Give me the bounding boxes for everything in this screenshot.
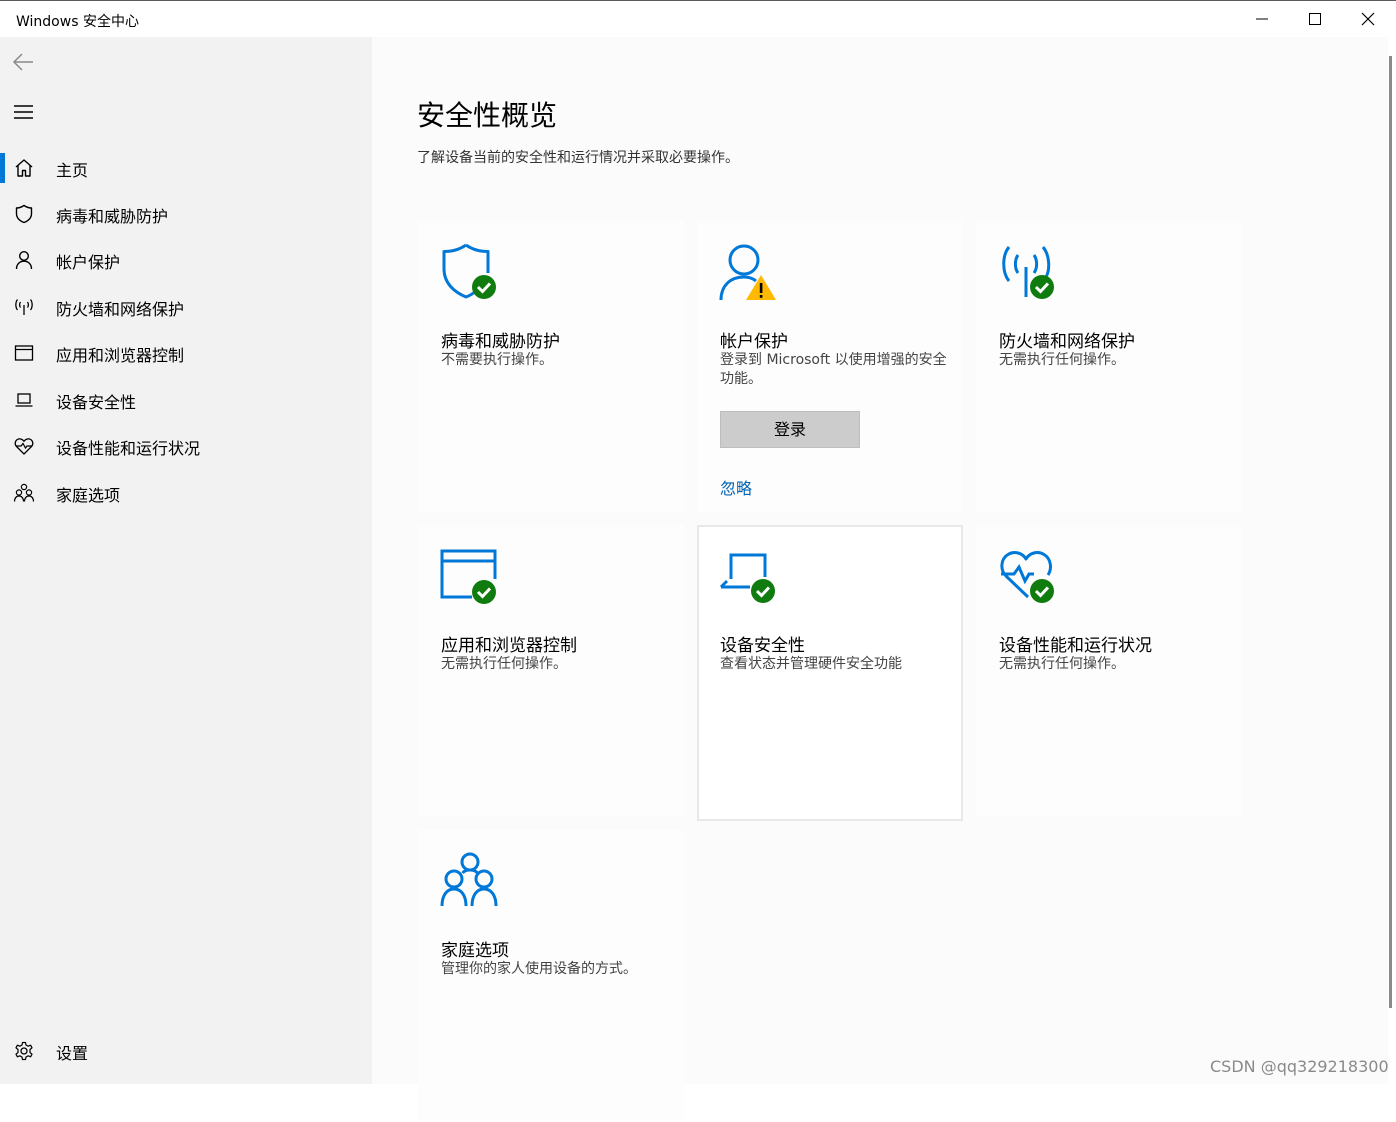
tile-device-performance[interactable]: 设备性能和运行状况 无需执行任何操作。 (976, 525, 1242, 817)
sidebar: 主页 病毒和威胁防护 帐户保护 防火墙和网络保护 应用和浏览器控制 设备安全性 … (0, 37, 372, 1084)
close-icon (1361, 12, 1375, 26)
home-icon (15, 159, 33, 177)
shield-icon (15, 204, 33, 224)
sidebar-item-family-options[interactable]: 家庭选项 (0, 470, 372, 516)
scrollbar[interactable] (1389, 56, 1392, 1008)
sidebar-item-virus-protection[interactable]: 病毒和威胁防护 (0, 191, 372, 237)
tile-description: 不需要执行操作。 (441, 352, 553, 368)
tile-description: 无需执行任何操作。 (999, 656, 1125, 672)
tile-title: 病毒和威胁防护 (441, 332, 560, 352)
sign-in-button[interactable]: 登录 (720, 411, 860, 448)
tile-title: 设备性能和运行状况 (999, 636, 1152, 656)
tile-description: 管理你的家人使用设备的方式。 (441, 961, 637, 977)
tile-description: 登录到 Microsoft 以使用增强的安全功能。 (720, 352, 947, 387)
tile-virus-protection[interactable]: 病毒和威胁防护 不需要执行操作。 (418, 221, 684, 513)
back-arrow-icon (12, 53, 33, 71)
minimize-button[interactable] (1237, 2, 1287, 36)
sidebar-item-device-security[interactable]: 设备安全性 (0, 377, 372, 423)
antenna-icon (15, 299, 33, 315)
minimize-icon (1256, 18, 1268, 20)
main-content: 安全性概览 了解设备当前的安全性和运行情况并采取必要操作。 病毒和威胁防护 不需… (372, 37, 1388, 1122)
sidebar-item-label: 防火墙和网络保护 (56, 300, 185, 319)
sidebar-item-app-browser-control[interactable]: 应用和浏览器控制 (0, 330, 372, 376)
sidebar-item-label: 主页 (56, 161, 89, 180)
sidebar-item-account-protection[interactable]: 帐户保护 (0, 237, 372, 283)
maximize-icon (1309, 13, 1321, 25)
tile-firewall[interactable]: 防火墙和网络保护 无需执行任何操作。 (976, 221, 1242, 513)
heart-pulse-icon (14, 438, 34, 455)
tile-account-protection[interactable]: 帐户保护 登录到 Microsoft 以使用增强的安全功能。 登录 忽略 (697, 221, 963, 513)
tile-title: 防火墙和网络保护 (999, 332, 1135, 352)
tile-description: 无需执行任何操作。 (999, 352, 1125, 368)
laptop-icon (15, 393, 33, 407)
watermark: CSDN @qq329218300 (1210, 1057, 1389, 1076)
menu-button[interactable] (6, 97, 40, 127)
sidebar-item-firewall[interactable]: 防火墙和网络保护 (0, 284, 372, 330)
hamburger-icon (14, 105, 33, 119)
tile-title: 应用和浏览器控制 (441, 636, 577, 656)
sidebar-item-label: 病毒和威胁防护 (56, 207, 169, 226)
sidebar-item-label: 设备安全性 (56, 393, 137, 412)
family-icon (13, 483, 35, 502)
maximize-button[interactable] (1290, 2, 1340, 36)
sidebar-item-label: 设置 (56, 1044, 89, 1063)
family-icon (440, 852, 498, 907)
shield-check-icon (442, 243, 496, 299)
sidebar-item-label: 应用和浏览器控制 (56, 346, 185, 365)
antenna-check-icon (1002, 246, 1054, 299)
title-bar: Windows 安全中心 (0, 1, 1396, 37)
tile-description: 无需执行任何操作。 (441, 656, 567, 672)
window-title: Windows 安全中心 (16, 14, 139, 30)
gear-icon (15, 1041, 33, 1061)
heart-pulse-check-icon (1000, 551, 1054, 603)
active-indicator (0, 153, 5, 183)
tile-title: 帐户保护 (720, 332, 788, 352)
sidebar-item-home[interactable]: 主页 (0, 145, 372, 191)
back-button[interactable] (6, 47, 40, 77)
tile-description: 查看状态并管理硬件安全功能 (720, 656, 902, 672)
tile-title: 设备安全性 (720, 636, 805, 656)
person-warning-icon (719, 244, 776, 301)
sidebar-item-device-performance[interactable]: 设备性能和运行状况 (0, 423, 372, 469)
person-icon (15, 250, 33, 270)
tile-app-browser-control[interactable]: 应用和浏览器控制 无需执行任何操作。 (418, 525, 684, 817)
laptop-check-icon (719, 553, 775, 603)
page-subtitle: 了解设备当前的安全性和运行情况并采取必要操作。 (417, 150, 739, 166)
tile-device-security[interactable]: 设备安全性 查看状态并管理硬件安全功能 (697, 525, 963, 821)
sidebar-item-label: 设备性能和运行状况 (56, 439, 201, 458)
close-button[interactable] (1343, 2, 1393, 36)
sidebar-item-settings[interactable]: 设置 (0, 1028, 372, 1074)
dismiss-link[interactable]: 忽略 (720, 475, 752, 499)
tile-family-options[interactable]: 家庭选项 管理你的家人使用设备的方式。 (418, 830, 684, 1122)
page-title: 安全性概览 (417, 99, 558, 132)
sidebar-item-label: 家庭选项 (56, 486, 121, 505)
browser-window-icon (14, 345, 34, 361)
sidebar-item-label: 帐户保护 (56, 253, 121, 272)
tile-title: 家庭选项 (441, 941, 509, 961)
browser-check-icon (440, 549, 497, 604)
